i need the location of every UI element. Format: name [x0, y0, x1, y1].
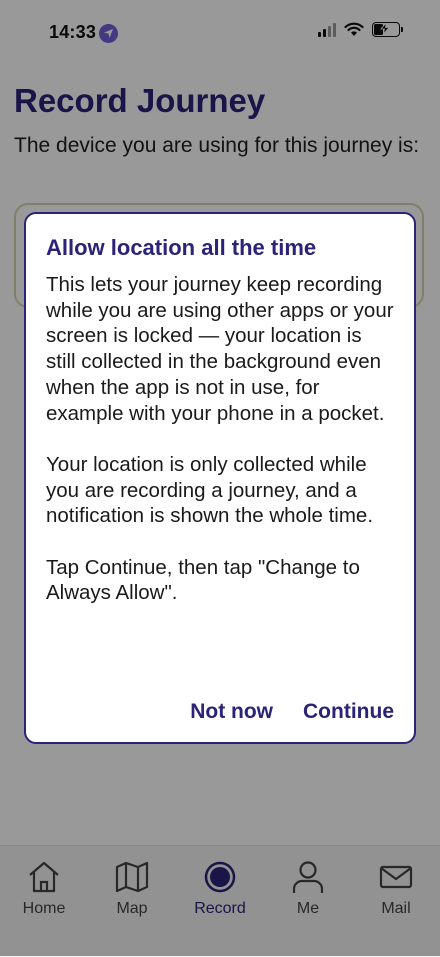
dialog-body: This lets your journey keep recording wh…	[46, 273, 394, 605]
not-now-button[interactable]: Not now	[190, 700, 273, 724]
continue-button[interactable]: Continue	[303, 700, 394, 724]
location-permission-dialog: Allow location all the time This lets yo…	[24, 212, 416, 744]
dialog-title: Allow location all the time	[46, 235, 317, 260]
dialog-actions: Not now Continue	[190, 700, 394, 724]
